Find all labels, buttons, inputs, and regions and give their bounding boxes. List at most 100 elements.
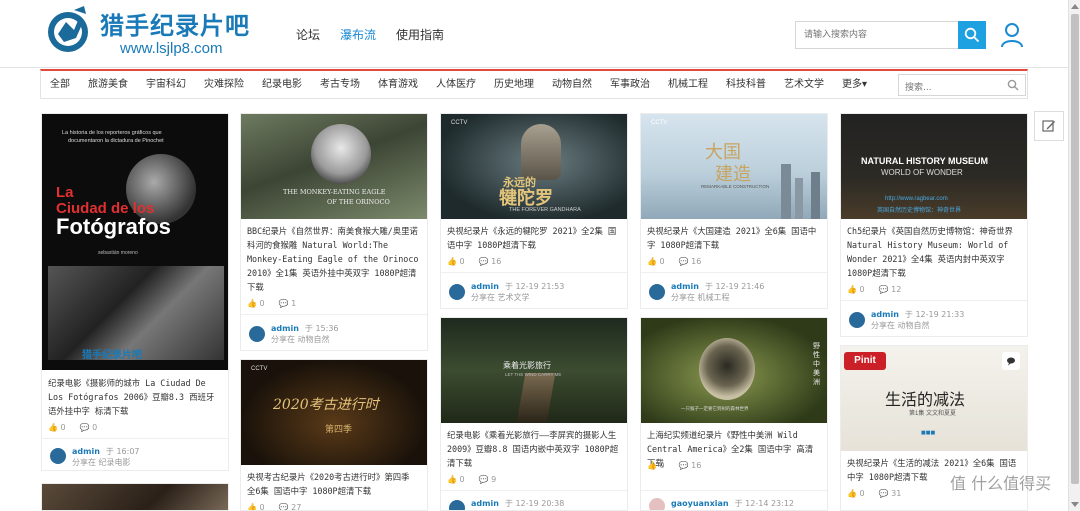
category-space-scifi[interactable]: 宇宙科幻 <box>137 71 195 99</box>
like-count[interactable]: 👍 0 <box>647 257 665 266</box>
author-link[interactable]: gaoyuanxian <box>671 499 729 508</box>
post-card[interactable]: CCTV 2020考古进行时 第四季 央视考古纪录片《2020考古进行时》第四季… <box>240 359 428 511</box>
avatar[interactable] <box>449 284 465 300</box>
category-link[interactable]: 动物自然 <box>898 321 930 330</box>
like-count[interactable]: 👍 0 <box>447 257 465 266</box>
category-link[interactable]: 纪录电影 <box>99 458 131 467</box>
category-archaeology[interactable]: 考古专场 <box>311 71 369 99</box>
like-count[interactable]: 👍 0 <box>247 299 265 308</box>
user-icon[interactable] <box>1000 22 1024 48</box>
category-engineering[interactable]: 机械工程 <box>659 71 717 99</box>
author-link[interactable]: admin <box>271 324 299 333</box>
post-title[interactable]: 央视纪录片《永远的犍陀罗 2021》全2集 国语中字 1080P超清下载 <box>447 224 621 252</box>
like-count[interactable]: 👍 0 <box>447 475 465 484</box>
comment-count[interactable]: 💬 27 <box>279 503 302 510</box>
category-history-geo[interactable]: 历史地理 <box>485 71 543 99</box>
category-military[interactable]: 军事政治 <box>601 71 659 99</box>
post-card[interactable]: NATURAL HISTORY MUSEUM WORLD OF WONDER h… <box>840 113 1028 337</box>
avatar[interactable] <box>449 500 465 510</box>
comment-count[interactable]: 💬 12 <box>879 285 902 294</box>
post-card[interactable]: CCTV 大国 建造 REMARKABLE CONSTRUCTION 央视纪录片… <box>640 113 828 309</box>
pinit-button[interactable]: Pinit <box>844 352 886 370</box>
author-link[interactable]: admin <box>671 282 699 291</box>
scroll-down-arrow[interactable] <box>1071 502 1079 507</box>
avatar[interactable] <box>50 448 66 464</box>
logo-title[interactable]: 猎手纪录片吧 <box>100 6 250 41</box>
category-link[interactable]: 艺术文学 <box>498 293 530 302</box>
scrollbar-thumb[interactable] <box>1071 14 1079 484</box>
post-title[interactable]: 央视纪录片《大国建造 2021》全6集 国语中字 1080P超清下载 <box>647 224 821 252</box>
search-input[interactable] <box>796 22 956 48</box>
category-sports-games[interactable]: 体育游戏 <box>369 71 427 99</box>
edit-button[interactable] <box>1034 111 1064 141</box>
post-card[interactable] <box>41 483 229 511</box>
post-title[interactable]: Ch5纪录片《英国自然历史博物馆：神奇世界 Natural History Mu… <box>847 224 1021 280</box>
category-link[interactable]: 机械工程 <box>698 293 730 302</box>
comment-count[interactable]: 💬 16 <box>679 257 702 266</box>
comment-count[interactable]: 💬 0 <box>80 423 98 432</box>
post-title[interactable]: 纪录电影《摄影师的城市 La Ciudad De Los Fotógrafos … <box>48 376 222 418</box>
category-link[interactable]: 动物自然 <box>298 335 330 344</box>
post-card[interactable]: 乘着光影旅行 LET THE WIND CARRY ME 纪录电影《乘着光影旅行… <box>440 317 628 511</box>
comment-count[interactable]: 💬 9 <box>479 475 497 484</box>
nav-item-guide[interactable]: 使用指南 <box>396 26 444 43</box>
avatar[interactable] <box>649 498 665 510</box>
post-thumbnail[interactable]: 乘着光影旅行 LET THE WIND CARRY ME <box>441 318 627 423</box>
post-title[interactable]: BBC纪录片《自然世界：南美食猴大雕/奥里诺科河的食猴雕 Natural Wor… <box>247 224 421 294</box>
post-thumbnail[interactable]: CCTV 大国 建造 REMARKABLE CONSTRUCTION <box>641 114 827 219</box>
comment-count[interactable]: 💬 1 <box>279 299 297 308</box>
avatar[interactable] <box>649 284 665 300</box>
post-thumbnail[interactable]: La historia de los reporteros gráficos q… <box>42 114 228 370</box>
author-link[interactable]: admin <box>871 310 899 319</box>
logo-icon[interactable] <box>44 4 92 56</box>
logo-url[interactable]: www.lsjlp8.com <box>120 40 223 57</box>
vertical-scrollbar[interactable] <box>1068 0 1080 511</box>
scroll-up-arrow[interactable] <box>1071 4 1079 9</box>
category-medical[interactable]: 人体医疗 <box>427 71 485 99</box>
post-thumbnail[interactable]: CCTV 永远的 犍陀罗 THE FOREVER GANDHARA <box>441 114 627 219</box>
post-meta: admin 于 12-19 20:38 <box>471 499 565 508</box>
like-count[interactable]: 👍 0 <box>847 285 865 294</box>
post-thumbnail[interactable]: THE MONKEY-EATING EAGLE OF THE ORINOCO <box>241 114 427 219</box>
post-stats: 👍 0 💬 12 <box>847 285 901 294</box>
poster-title: Fotógrafos <box>56 214 171 239</box>
post-card[interactable]: La historia de los reporteros gráficos q… <box>41 113 229 471</box>
post-thumbnail[interactable]: CCTV 2020考古进行时 第四季 <box>241 360 427 465</box>
category-travel-food[interactable]: 旅游美食 <box>79 71 137 99</box>
post-card[interactable]: CCTV 永远的 犍陀罗 THE FOREVER GANDHARA 央视纪录片《… <box>440 113 628 309</box>
post-stats: 👍 0 💬 9 <box>447 475 496 484</box>
like-count[interactable]: 👍 0 <box>847 489 865 498</box>
category-all[interactable]: 全部 <box>41 71 79 99</box>
post-thumbnail[interactable] <box>42 484 228 510</box>
search-button[interactable] <box>958 21 986 49</box>
comment-count[interactable]: 💬 16 <box>479 257 502 266</box>
post-card[interactable]: 野性中美洲 一只猴子一定要它到树的森林世界 上海纪实频道纪录片《野性中美洲 Wi… <box>640 317 828 511</box>
comment-count[interactable]: 💬 31 <box>879 489 902 498</box>
category-animals-nature[interactable]: 动物自然 <box>543 71 601 99</box>
nav-item-forum[interactable]: 论坛 <box>296 26 320 43</box>
category-search-input[interactable] <box>899 78 999 98</box>
post-title[interactable]: 纪录电影《乘着光影旅行——李屏宾的摄影人生 2009》豆瓣8.8 国语内嵌中英双… <box>447 428 621 470</box>
category-art-lit[interactable]: 艺术文学 <box>775 71 833 99</box>
author-link[interactable]: admin <box>471 282 499 291</box>
author-link[interactable]: admin <box>72 447 100 456</box>
post-title[interactable]: 央视考古纪录片《2020考古进行时》第四季 全6集 国语中字 1080P超清下载 <box>247 470 421 498</box>
post-card[interactable]: THE MONKEY-EATING EAGLE OF THE ORINOCO B… <box>240 113 428 351</box>
category-disaster[interactable]: 灾难探险 <box>195 71 253 99</box>
search-icon[interactable] <box>1007 79 1019 91</box>
post-thumbnail[interactable]: NATURAL HISTORY MUSEUM WORLD OF WONDER h… <box>841 114 1027 219</box>
nav-item-waterfall[interactable]: 瀑布流 <box>340 26 376 43</box>
category-more[interactable]: 更多▾ <box>833 71 876 99</box>
comment-button[interactable] <box>1002 352 1020 370</box>
poster-subtitle: THE FOREVER GANDHARA <box>509 207 581 213</box>
like-count[interactable]: 👍 0 <box>48 423 66 432</box>
avatar[interactable] <box>849 312 865 328</box>
category-documentary-film[interactable]: 纪录电影 <box>253 71 311 99</box>
like-count[interactable]: 👍 0 <box>647 461 665 470</box>
post-thumbnail[interactable]: 野性中美洲 一只猴子一定要它到树的森林世界 <box>641 318 827 423</box>
like-count[interactable]: 👍 0 <box>247 503 265 510</box>
avatar[interactable] <box>249 326 265 342</box>
author-link[interactable]: admin <box>471 499 499 508</box>
category-tech[interactable]: 科技科普 <box>717 71 775 99</box>
comment-count[interactable]: 💬 16 <box>679 461 702 470</box>
